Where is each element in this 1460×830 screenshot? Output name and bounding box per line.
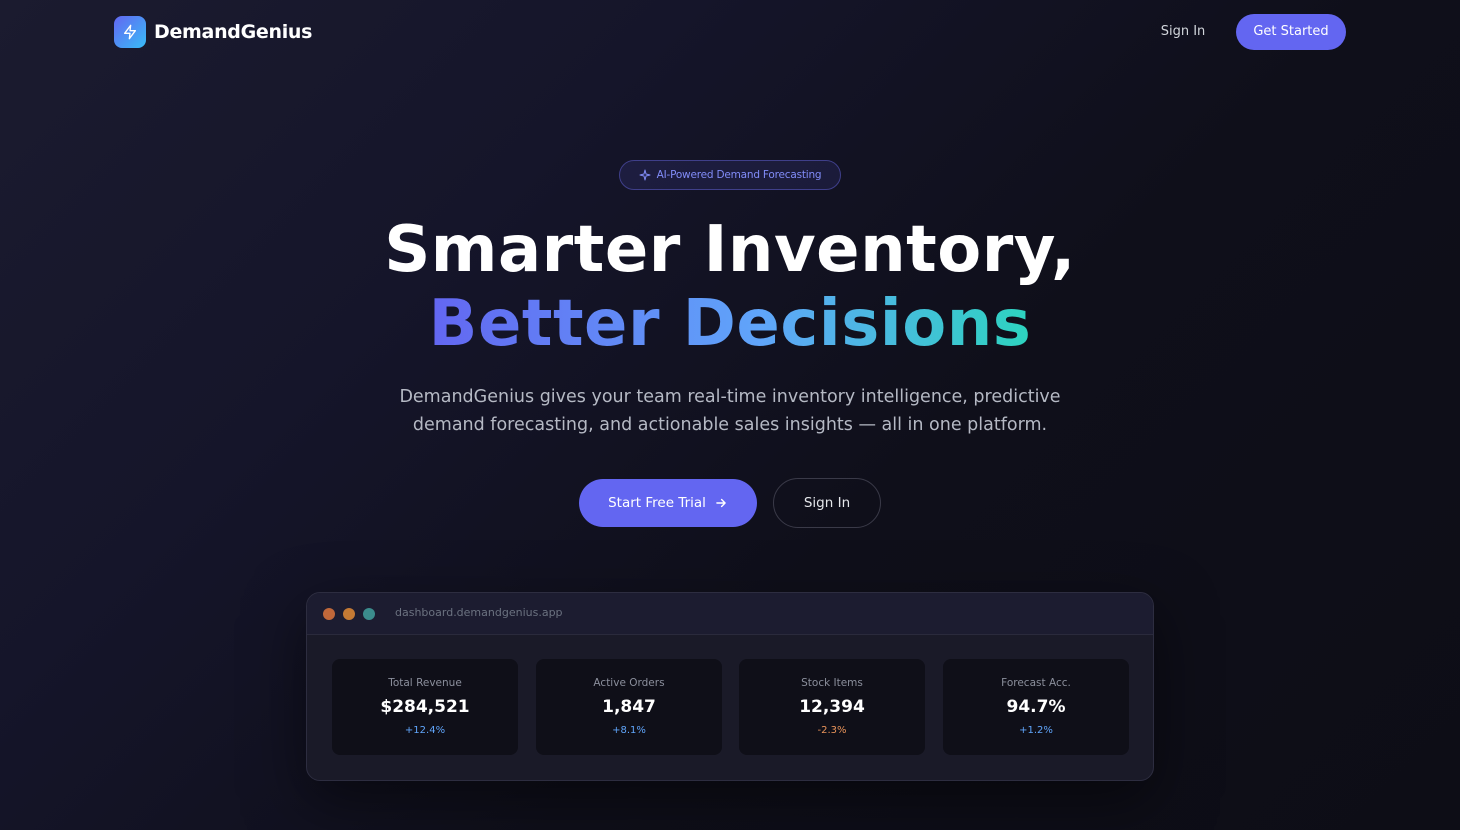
hero-title-gradient: Better Decisions: [428, 287, 1032, 361]
stat-delta: -2.3%: [817, 725, 847, 736]
stat-value: 94.7%: [1006, 697, 1066, 717]
dashboard-preview: dashboard.demandgenius.app Total Revenue…: [306, 592, 1154, 781]
stat-delta: +12.4%: [404, 725, 446, 736]
stat-label: Active Orders: [593, 677, 665, 689]
stat-label: Total Revenue: [388, 677, 462, 689]
stat-value: 12,394: [799, 697, 865, 717]
stat-label: Stock Items: [801, 677, 863, 689]
hero-subtitle-line2: demand forecasting, and actionable sales…: [412, 415, 1048, 435]
stat-value: 1,847: [602, 697, 656, 717]
stat-card-stock-items: Stock Items 12,394 -2.3%: [739, 659, 925, 755]
stat-card-forecast-accuracy: Forecast Acc. 94.7% +1.2%: [943, 659, 1129, 755]
dashboard-url: dashboard.demandgenius.app: [395, 606, 563, 619]
hero-badge: AI-Powered Demand Forecasting: [619, 160, 841, 190]
hero-subtitle: DemandGenius gives your team real-time i…: [380, 383, 1080, 439]
brand-name: DemandGenius: [154, 21, 313, 43]
top-nav: DemandGenius Sign In Get Started: [0, 0, 1460, 64]
hero-subtitle-line1: DemandGenius gives your team real-time i…: [399, 387, 1061, 407]
nav-sign-in-link[interactable]: Sign In: [1150, 22, 1216, 42]
window-dot-maximize: [363, 608, 375, 620]
hero-title-line2: Better Decisions: [0, 292, 1460, 356]
window-dot-close: [323, 608, 335, 620]
stat-delta: +1.2%: [1019, 725, 1053, 736]
stat-label: Forecast Acc.: [1001, 677, 1071, 689]
stat-value: $284,521: [380, 697, 470, 717]
start-free-trial-button[interactable]: Start Free Trial: [579, 479, 757, 527]
brand-logo[interactable]: DemandGenius: [114, 16, 312, 48]
window-dot-minimize: [343, 608, 355, 620]
browser-bar: dashboard.demandgenius.app: [307, 593, 1153, 635]
arrow-right-icon: [716, 498, 726, 508]
lightning-icon: [114, 16, 146, 48]
stat-card-active-orders: Active Orders 1,847 +8.1%: [536, 659, 722, 755]
badge-text: AI-Powered Demand Forecasting: [656, 169, 822, 181]
start-free-trial-label: Start Free Trial: [608, 495, 706, 511]
sparkle-icon: [639, 169, 651, 181]
stat-card-total-revenue: Total Revenue $284,521 +12.4%: [332, 659, 518, 755]
hero-sign-in-button[interactable]: Sign In: [773, 478, 881, 528]
hero-title-line1: Smarter Inventory,: [384, 213, 1076, 287]
stat-delta: +8.1%: [612, 725, 646, 736]
get-started-button[interactable]: Get Started: [1236, 14, 1346, 50]
